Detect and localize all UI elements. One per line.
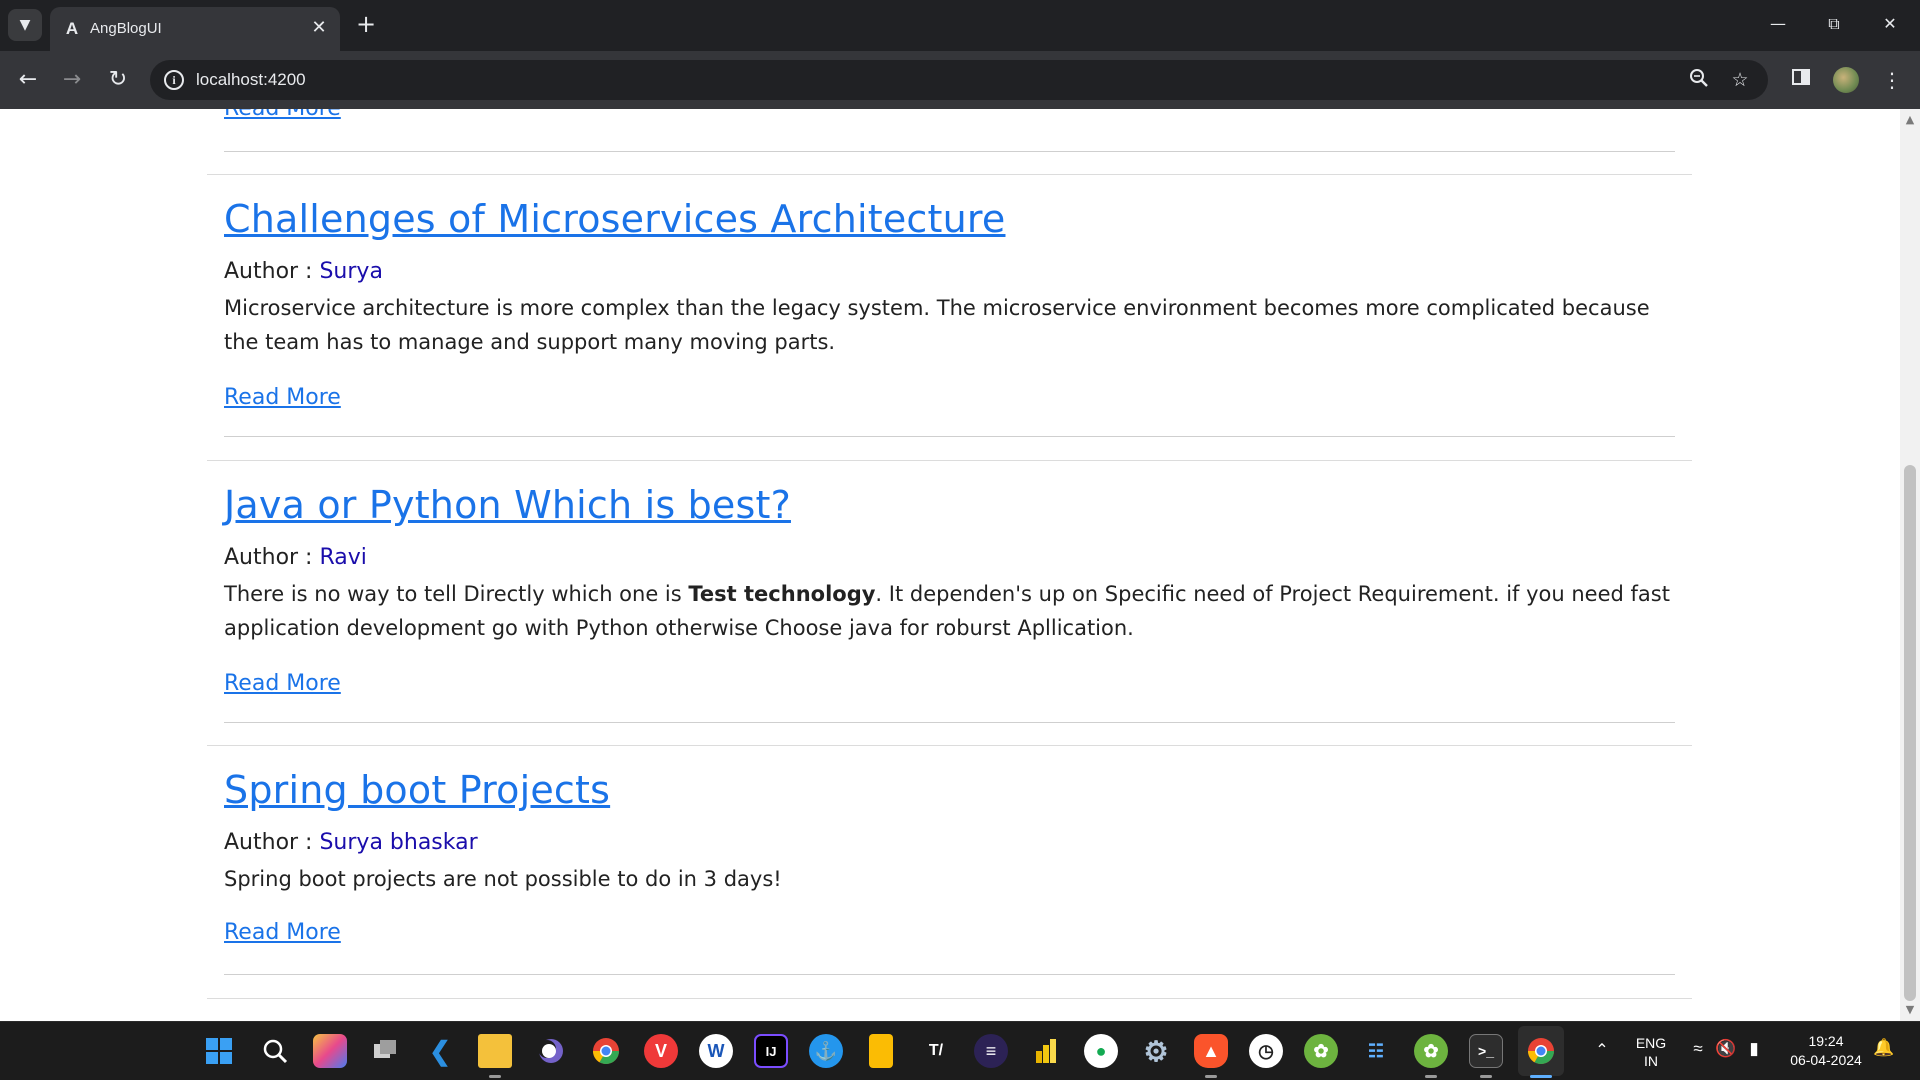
reload-icon[interactable]: ↻ bbox=[102, 64, 134, 96]
read-more-link[interactable]: Read More bbox=[224, 109, 341, 121]
browser-tab-active[interactable]: A AngBlogUI ✕ bbox=[50, 7, 340, 51]
minimize-icon[interactable]: — bbox=[1754, 8, 1802, 40]
brave-browser-icon[interactable]: ▲ bbox=[1194, 1034, 1228, 1068]
page-viewport: Read More Challenges of Microservices Ar… bbox=[0, 109, 1900, 1021]
tab-close-icon[interactable]: ✕ bbox=[308, 17, 330, 39]
post-divider bbox=[224, 974, 1675, 975]
read-more-link[interactable]: Read More bbox=[224, 385, 341, 410]
typora-icon[interactable]: T/ bbox=[919, 1034, 953, 1068]
kebab-menu-icon[interactable]: ⋮ bbox=[1876, 64, 1908, 96]
chevron-down-icon: ▼ bbox=[19, 17, 31, 33]
clock-icon[interactable]: ◷ bbox=[1249, 1034, 1283, 1068]
clock-date-text: 06-04-2024 bbox=[1790, 1052, 1862, 1068]
spring-tool-suite-icon[interactable]: ✿ bbox=[1304, 1034, 1338, 1068]
read-more-link[interactable]: Read More bbox=[224, 920, 341, 945]
new-tab-button[interactable]: + bbox=[352, 11, 380, 39]
vivaldi-icon[interactable]: V bbox=[644, 1034, 678, 1068]
notification-bell-icon[interactable]: 🔔 bbox=[1872, 1038, 1896, 1058]
post-title-link[interactable]: Java or Python Which is best? bbox=[224, 483, 791, 527]
mongodb-icon[interactable]: ● bbox=[1084, 1034, 1118, 1068]
intellij-icon[interactable]: IJ bbox=[754, 1034, 788, 1068]
wordpad-icon[interactable]: W bbox=[699, 1034, 733, 1068]
docker-icon[interactable]: ⚓ bbox=[809, 1034, 843, 1068]
back-arrow-icon[interactable]: ← bbox=[12, 64, 44, 96]
description-text: There is no way to tell Directly which o… bbox=[224, 582, 689, 606]
post-divider bbox=[224, 151, 1675, 152]
eclipse-ide-icon[interactable]: ≡ bbox=[974, 1034, 1008, 1068]
settings-gear-icon[interactable]: ⚙ bbox=[1139, 1034, 1173, 1068]
description-bold-text: Test technology bbox=[688, 582, 876, 606]
copilot-icon[interactable] bbox=[313, 1034, 347, 1068]
post-title-link[interactable]: Challenges of Microservices Architecture bbox=[224, 197, 1005, 241]
post-divider bbox=[224, 436, 1675, 437]
post-title-link[interactable]: Spring boot Projects bbox=[224, 768, 610, 812]
windows-taskbar: ❮ V W IJ ⚓ T/ ≡ ● ⚙ ▲ ◷ ✿ ☷ ✿ >_ ⌃ ENG I… bbox=[0, 1021, 1920, 1080]
task-view-icon[interactable] bbox=[368, 1034, 402, 1068]
author-name: Surya bhaskar bbox=[319, 830, 478, 855]
restore-icon[interactable]: ⧉ bbox=[1810, 8, 1858, 40]
scroll-down-arrow-icon[interactable]: ▼ bbox=[1900, 1001, 1920, 1019]
language-code: ENG bbox=[1635, 1035, 1667, 1051]
post-divider bbox=[224, 722, 1675, 723]
author-name: Surya bbox=[319, 259, 383, 284]
blog-post-card: Spring boot Projects Author : Surya bhas… bbox=[207, 745, 1692, 998]
zoom-icon[interactable] bbox=[1687, 68, 1711, 92]
spring-boot-icon[interactable]: ✿ bbox=[1414, 1034, 1448, 1068]
author-label: Author : bbox=[224, 259, 320, 284]
post-divider bbox=[207, 998, 1692, 999]
scroll-up-arrow-icon[interactable]: ▲ bbox=[1900, 111, 1920, 129]
scrollbar-thumb[interactable] bbox=[1904, 465, 1916, 1001]
post-description: Microservice architecture is more comple… bbox=[224, 296, 1650, 354]
tab-title: AngBlogUI bbox=[90, 20, 162, 37]
url-text[interactable]: localhost:4200 bbox=[196, 70, 306, 90]
bookmark-star-icon[interactable]: ☆ bbox=[1728, 68, 1752, 92]
chrome-active-icon[interactable] bbox=[1524, 1034, 1558, 1068]
site-info-icon[interactable]: i bbox=[164, 70, 184, 90]
clock-date[interactable]: 19:24 06-04-2024 bbox=[1774, 1032, 1878, 1070]
page-scrollbar[interactable]: ▲ ▼ bbox=[1900, 109, 1920, 1021]
eclipse-icon[interactable] bbox=[534, 1034, 568, 1068]
vscode-icon[interactable]: ❮ bbox=[423, 1034, 457, 1068]
clock-time: 19:24 bbox=[1808, 1033, 1844, 1049]
blog-post-card: Java or Python Which is best? Author : R… bbox=[207, 460, 1692, 746]
keep-notes-icon[interactable] bbox=[869, 1034, 893, 1068]
window-close-icon[interactable]: ✕ bbox=[1866, 8, 1914, 40]
language-indicator[interactable]: ENG IN bbox=[1626, 1034, 1676, 1070]
running-indicator bbox=[1205, 1075, 1217, 1078]
forward-arrow-icon[interactable]: → bbox=[56, 64, 88, 96]
browser-toolbar: ← → ↻ i localhost:4200 ☆ ⋮ bbox=[0, 51, 1920, 109]
battery-icon[interactable]: ▮ bbox=[1742, 1039, 1766, 1059]
browser-tab-strip: ▼ A AngBlogUI ✕ + — ⧉ ✕ bbox=[0, 0, 1920, 51]
blog-post-card: Challenges of Microservices Architecture… bbox=[207, 174, 1692, 460]
running-indicator bbox=[1425, 1075, 1437, 1078]
read-more-link[interactable]: Read More bbox=[224, 671, 341, 696]
author-name: Ravi bbox=[319, 545, 367, 570]
active-app-indicator bbox=[1530, 1075, 1552, 1078]
show-hidden-icons-chevron-icon[interactable]: ⌃ bbox=[1590, 1040, 1614, 1060]
author-line: Author : Surya bbox=[224, 259, 383, 284]
post-description: There is no way to tell Directly which o… bbox=[224, 577, 1675, 645]
region-code: IN bbox=[1644, 1053, 1658, 1069]
author-label: Author : bbox=[224, 545, 320, 570]
author-line: Author : Ravi bbox=[224, 545, 367, 570]
author-label: Author : bbox=[224, 830, 320, 855]
wifi-icon[interactable]: ≈ bbox=[1686, 1039, 1710, 1059]
post-description: Spring boot projects are not possible to… bbox=[224, 867, 782, 891]
file-explorer-icon[interactable] bbox=[478, 1034, 512, 1068]
angular-favicon-icon: A bbox=[65, 19, 79, 38]
search-icon[interactable] bbox=[258, 1034, 292, 1068]
author-line: Author : Surya bhaskar bbox=[224, 830, 478, 855]
address-bar[interactable]: i localhost:4200 ☆ bbox=[150, 60, 1768, 100]
remote-desktop-icon[interactable]: ☷ bbox=[1359, 1034, 1393, 1068]
volume-muted-icon[interactable]: 🔇 bbox=[1714, 1039, 1738, 1059]
side-panel-icon[interactable] bbox=[1785, 64, 1817, 96]
chrome-icon[interactable] bbox=[589, 1034, 623, 1068]
terminal-icon[interactable]: >_ bbox=[1469, 1034, 1503, 1068]
running-indicator bbox=[1480, 1075, 1492, 1078]
windows-start-icon[interactable] bbox=[202, 1034, 236, 1068]
profile-avatar[interactable] bbox=[1833, 67, 1859, 93]
power-bi-icon[interactable] bbox=[1029, 1034, 1063, 1068]
running-indicator bbox=[489, 1075, 501, 1078]
tab-search-button[interactable]: ▼ bbox=[8, 9, 42, 41]
